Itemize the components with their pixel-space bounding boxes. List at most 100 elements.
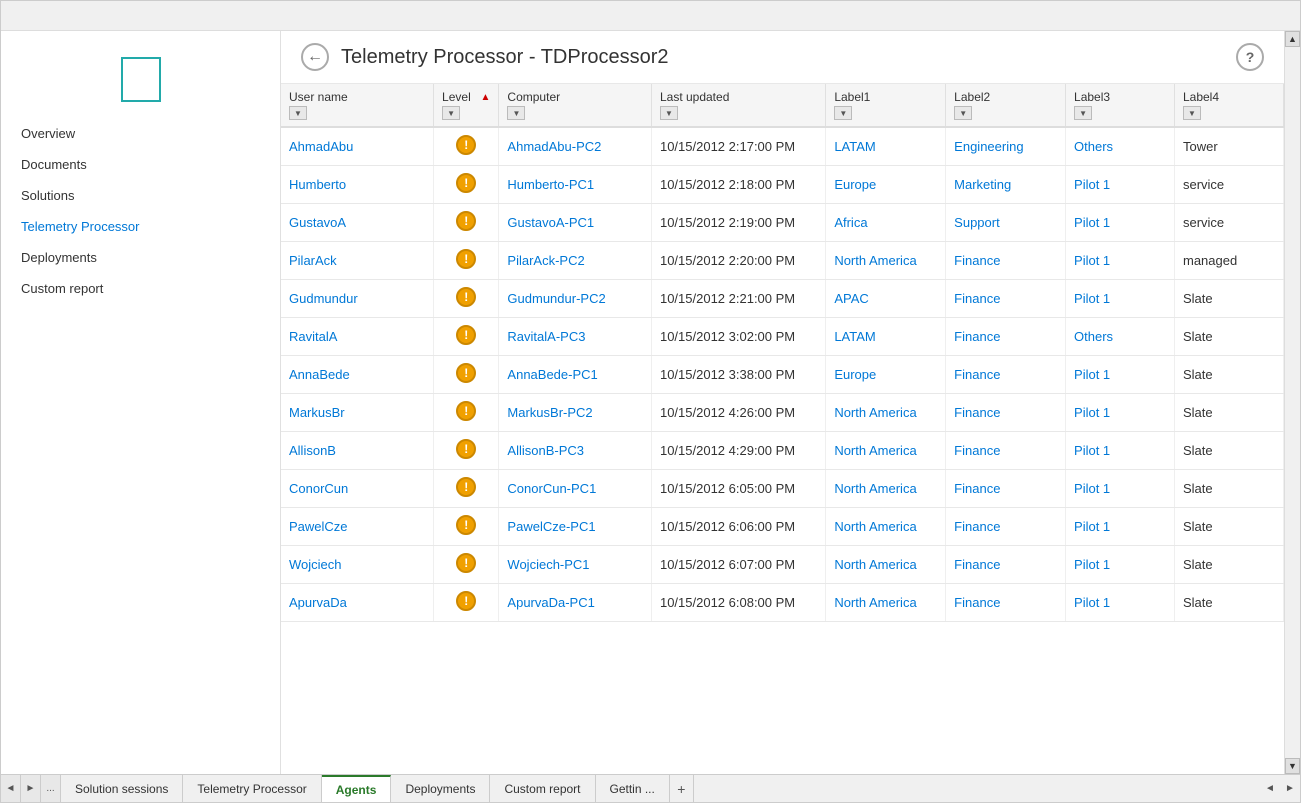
label2-link[interactable]: Finance xyxy=(954,595,1000,610)
label3-link[interactable]: Pilot 1 xyxy=(1074,443,1110,458)
label1-link[interactable]: LATAM xyxy=(834,329,875,344)
username-link[interactable]: ConorCun xyxy=(289,481,348,496)
username-link[interactable]: PawelCze xyxy=(289,519,348,534)
label2-link[interactable]: Finance xyxy=(954,443,1000,458)
label2-link[interactable]: Finance xyxy=(954,519,1000,534)
scroll-down-arrow[interactable]: ▼ xyxy=(1285,758,1300,774)
label2-link[interactable]: Finance xyxy=(954,253,1000,268)
cell-label2: Finance xyxy=(946,508,1066,546)
tab-solution-sessions[interactable]: Solution sessions xyxy=(61,775,183,802)
username-link[interactable]: ApurvaDa xyxy=(289,595,347,610)
table-area[interactable]: User name ▼ Level ▲ xyxy=(281,84,1284,774)
computer-link[interactable]: Gudmundur-PC2 xyxy=(507,291,605,306)
username-link[interactable]: AhmadAbu xyxy=(289,139,353,154)
username-link[interactable]: RavitalA xyxy=(289,329,337,344)
label1-link[interactable]: North America xyxy=(834,443,916,458)
tab-custom-report[interactable]: Custom report xyxy=(490,775,595,802)
computer-link[interactable]: AhmadAbu-PC2 xyxy=(507,139,601,154)
label1-link[interactable]: APAC xyxy=(834,291,868,306)
computer-link[interactable]: AllisonB-PC3 xyxy=(507,443,584,458)
label1-link[interactable]: LATAM xyxy=(834,139,875,154)
label3-link[interactable]: Pilot 1 xyxy=(1074,367,1110,382)
filter-label1[interactable]: ▼ xyxy=(834,106,852,120)
sidebar-item-overview[interactable]: Overview xyxy=(1,118,280,149)
username-link[interactable]: GustavoA xyxy=(289,215,346,230)
sidebar-toggle[interactable] xyxy=(121,57,161,102)
computer-link[interactable]: RavitalA-PC3 xyxy=(507,329,585,344)
filter-label4[interactable]: ▼ xyxy=(1183,106,1201,120)
username-link[interactable]: MarkusBr xyxy=(289,405,345,420)
label2-link[interactable]: Finance xyxy=(954,557,1000,572)
cell-label1: Europe xyxy=(826,356,946,394)
filter-level[interactable]: ▼ xyxy=(442,106,460,120)
computer-link[interactable]: ApurvaDa-PC1 xyxy=(507,595,594,610)
username-link[interactable]: AnnaBede xyxy=(289,367,350,382)
tab-deployments[interactable]: Deployments xyxy=(391,775,490,802)
tab-next-btn[interactable]: ► xyxy=(21,775,41,802)
tab-more-btn[interactable]: ... xyxy=(41,775,61,802)
label1-link[interactable]: North America xyxy=(834,519,916,534)
label2-link[interactable]: Marketing xyxy=(954,177,1011,192)
label1-link[interactable]: North America xyxy=(834,481,916,496)
label2-link[interactable]: Finance xyxy=(954,329,1000,344)
filter-username[interactable]: ▼ xyxy=(289,106,307,120)
username-link[interactable]: AllisonB xyxy=(289,443,336,458)
label3-link[interactable]: Pilot 1 xyxy=(1074,253,1110,268)
label3-link[interactable]: Pilot 1 xyxy=(1074,519,1110,534)
username-link[interactable]: Wojciech xyxy=(289,557,342,572)
username-link[interactable]: Humberto xyxy=(289,177,346,192)
computer-link[interactable]: ConorCun-PC1 xyxy=(507,481,596,496)
computer-link[interactable]: Wojciech-PC1 xyxy=(507,557,589,572)
computer-link[interactable]: PawelCze-PC1 xyxy=(507,519,595,534)
computer-link[interactable]: Humberto-PC1 xyxy=(507,177,594,192)
sidebar-item-telemetry[interactable]: Telemetry Processor xyxy=(1,211,280,242)
filter-computer[interactable]: ▼ xyxy=(507,106,525,120)
tab-scroll-right[interactable]: ► xyxy=(1280,775,1300,802)
computer-link[interactable]: PilarAck-PC2 xyxy=(507,253,584,268)
tab-telemetry-processor[interactable]: Telemetry Processor xyxy=(183,775,321,802)
label3-link[interactable]: Pilot 1 xyxy=(1074,177,1110,192)
computer-link[interactable]: GustavoA-PC1 xyxy=(507,215,594,230)
computer-link[interactable]: MarkusBr-PC2 xyxy=(507,405,592,420)
tab-scroll-left[interactable]: ◄ xyxy=(1260,775,1280,802)
sidebar-item-solutions[interactable]: Solutions xyxy=(1,180,280,211)
label2-link[interactable]: Finance xyxy=(954,291,1000,306)
username-link[interactable]: PilarAck xyxy=(289,253,337,268)
label1-link[interactable]: North America xyxy=(834,405,916,420)
username-link[interactable]: Gudmundur xyxy=(289,291,358,306)
label2-link[interactable]: Finance xyxy=(954,481,1000,496)
label1-link[interactable]: North America xyxy=(834,595,916,610)
label2-link[interactable]: Engineering xyxy=(954,139,1023,154)
label3-link[interactable]: Pilot 1 xyxy=(1074,595,1110,610)
label1-link[interactable]: North America xyxy=(834,557,916,572)
sidebar-item-deployments[interactable]: Deployments xyxy=(1,242,280,273)
bottom-tabs: ◄ ► ... Solution sessions Telemetry Proc… xyxy=(1,774,1300,802)
scroll-up-arrow[interactable]: ▲ xyxy=(1285,31,1300,47)
sidebar-item-custom-report[interactable]: Custom report xyxy=(1,273,280,304)
tab-add-button[interactable]: + xyxy=(670,775,694,802)
help-button[interactable]: ? xyxy=(1236,43,1264,71)
filter-last-updated[interactable]: ▼ xyxy=(660,106,678,120)
computer-link[interactable]: AnnaBede-PC1 xyxy=(507,367,597,382)
filter-label2[interactable]: ▼ xyxy=(954,106,972,120)
tab-gettin[interactable]: Gettin ... xyxy=(596,775,670,802)
label1-link[interactable]: Africa xyxy=(834,215,867,230)
label3-link[interactable]: Pilot 1 xyxy=(1074,557,1110,572)
label2-link[interactable]: Support xyxy=(954,215,1000,230)
label1-link[interactable]: Europe xyxy=(834,367,876,382)
tab-agents[interactable]: Agents xyxy=(322,775,392,802)
label3-link[interactable]: Pilot 1 xyxy=(1074,291,1110,306)
tab-prev-btn[interactable]: ◄ xyxy=(1,775,21,802)
label3-link[interactable]: Pilot 1 xyxy=(1074,215,1110,230)
label1-link[interactable]: North America xyxy=(834,253,916,268)
label3-link[interactable]: Others xyxy=(1074,329,1113,344)
label3-link[interactable]: Pilot 1 xyxy=(1074,481,1110,496)
label2-link[interactable]: Finance xyxy=(954,405,1000,420)
label2-link[interactable]: Finance xyxy=(954,367,1000,382)
filter-label3[interactable]: ▼ xyxy=(1074,106,1092,120)
back-button[interactable]: ← xyxy=(301,43,329,71)
label3-link[interactable]: Pilot 1 xyxy=(1074,405,1110,420)
sidebar-item-documents[interactable]: Documents xyxy=(1,149,280,180)
label1-link[interactable]: Europe xyxy=(834,177,876,192)
label3-link[interactable]: Others xyxy=(1074,139,1113,154)
